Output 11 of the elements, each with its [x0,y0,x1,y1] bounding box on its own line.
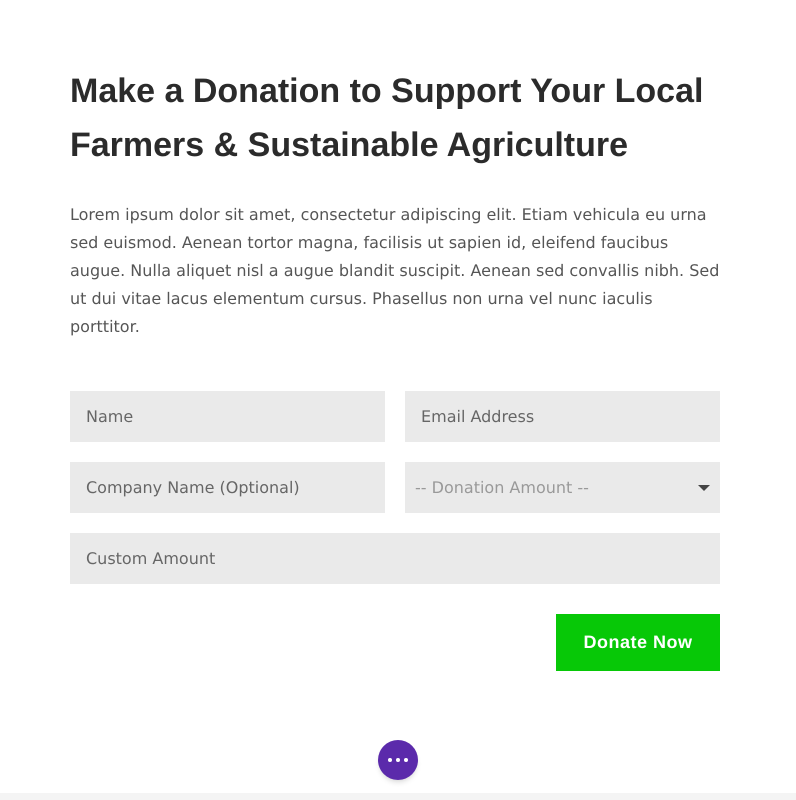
input-field[interactable]: Company Name (Optional) [70,462,385,513]
ellipsis-icon [388,758,408,762]
donation-amount-select[interactable]: -- Donation Amount -- [405,462,720,513]
input-field[interactable]: Email Address [405,391,720,442]
more-options-button[interactable] [378,740,418,780]
donate-now-button[interactable]: Donate Now [556,614,720,671]
input-field[interactable]: Custom Amount [70,533,720,584]
page-heading: Make a Donation to Support Your Local Farmers & Sustainable Agriculture [70,71,704,166]
input-field[interactable]: Name [70,391,385,442]
intro-paragraph: Lorem ipsum dolor sit amet, consectetur adipiscing elit. Etiam vehicula eu urna sed euismod. Aenean tortor magna, facilisis ut sapien id, eleifend faucibus augue. Nulla aliquet nisl a augue blandit suscipit. Aenean sed convallis nibh. Sed ut dui vitae lacus elementum cursus. Phasellus non urna vel nunc iaculis porttitor. [70,204,720,338]
caret-icon [698,484,710,490]
